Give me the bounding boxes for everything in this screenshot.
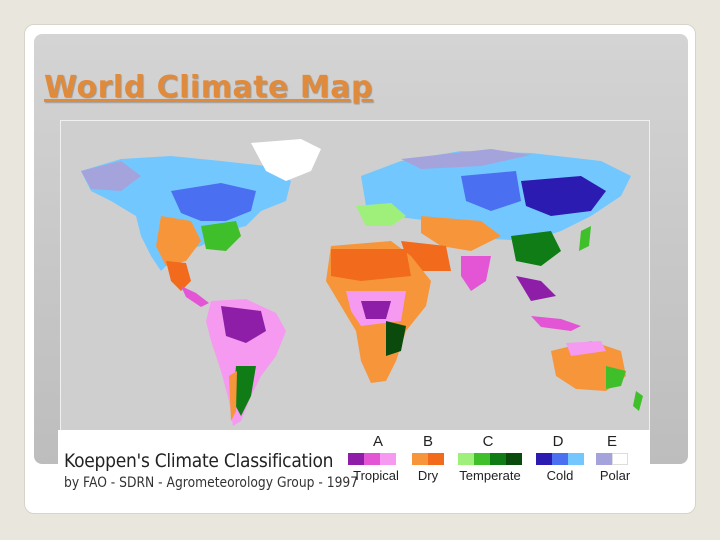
class-b-name: Dry — [417, 468, 439, 483]
mexico-dry — [166, 261, 191, 291]
india-dry-tropical — [461, 256, 491, 291]
class-a-letter: A — [372, 433, 383, 450]
class-c-name: Temperate — [459, 468, 521, 483]
swatch-polar-1 — [596, 453, 612, 465]
central-america-tropical — [181, 286, 209, 307]
legend-subtitle: by FAO - SDRN - Agrometeorology Group - … — [64, 475, 359, 491]
class-d-name: Cold — [546, 468, 574, 483]
class-e-name: Polar — [599, 468, 631, 483]
swatch-temperate-4 — [506, 453, 522, 465]
slide-title: World Climate Map — [44, 70, 373, 105]
swatch-temperate-3 — [490, 453, 506, 465]
climate-legend: Koeppen's Climate Classification by FAO … — [58, 430, 650, 491]
sahara-dry — [331, 249, 411, 281]
map-canvas — [81, 139, 643, 426]
swatch-cold-2 — [552, 453, 568, 465]
swatch-dry-1 — [412, 453, 428, 465]
swatch-polar-2 — [612, 453, 628, 465]
southeast-asia-tropical — [516, 276, 556, 301]
indonesia-tropical — [531, 316, 581, 331]
swatch-dry-2 — [428, 453, 444, 465]
legend-title: Koeppen's Climate Classification — [64, 450, 334, 472]
swatch-tropical-2 — [364, 453, 380, 465]
japan-temperate — [579, 226, 591, 251]
swatch-temperate-1 — [458, 453, 474, 465]
new-zealand-temperate — [633, 391, 643, 411]
class-c-letter: C — [482, 433, 494, 450]
swatch-tropical-3 — [380, 453, 396, 465]
swatch-cold-1 — [536, 453, 552, 465]
china-temperate — [511, 231, 561, 266]
swatch-temperate-2 — [474, 453, 490, 465]
class-b-letter: B — [422, 433, 433, 450]
class-d-letter: D — [552, 433, 564, 450]
us-temperate-east — [201, 221, 241, 251]
congo-tropical — [361, 301, 391, 319]
class-e-letter: E — [606, 433, 617, 450]
world-climate-map — [60, 120, 650, 468]
swatch-tropical-1 — [348, 453, 364, 465]
east-africa-temperate — [386, 321, 406, 356]
class-a-name: Tropical — [353, 468, 399, 483]
swatch-cold-3 — [568, 453, 584, 465]
